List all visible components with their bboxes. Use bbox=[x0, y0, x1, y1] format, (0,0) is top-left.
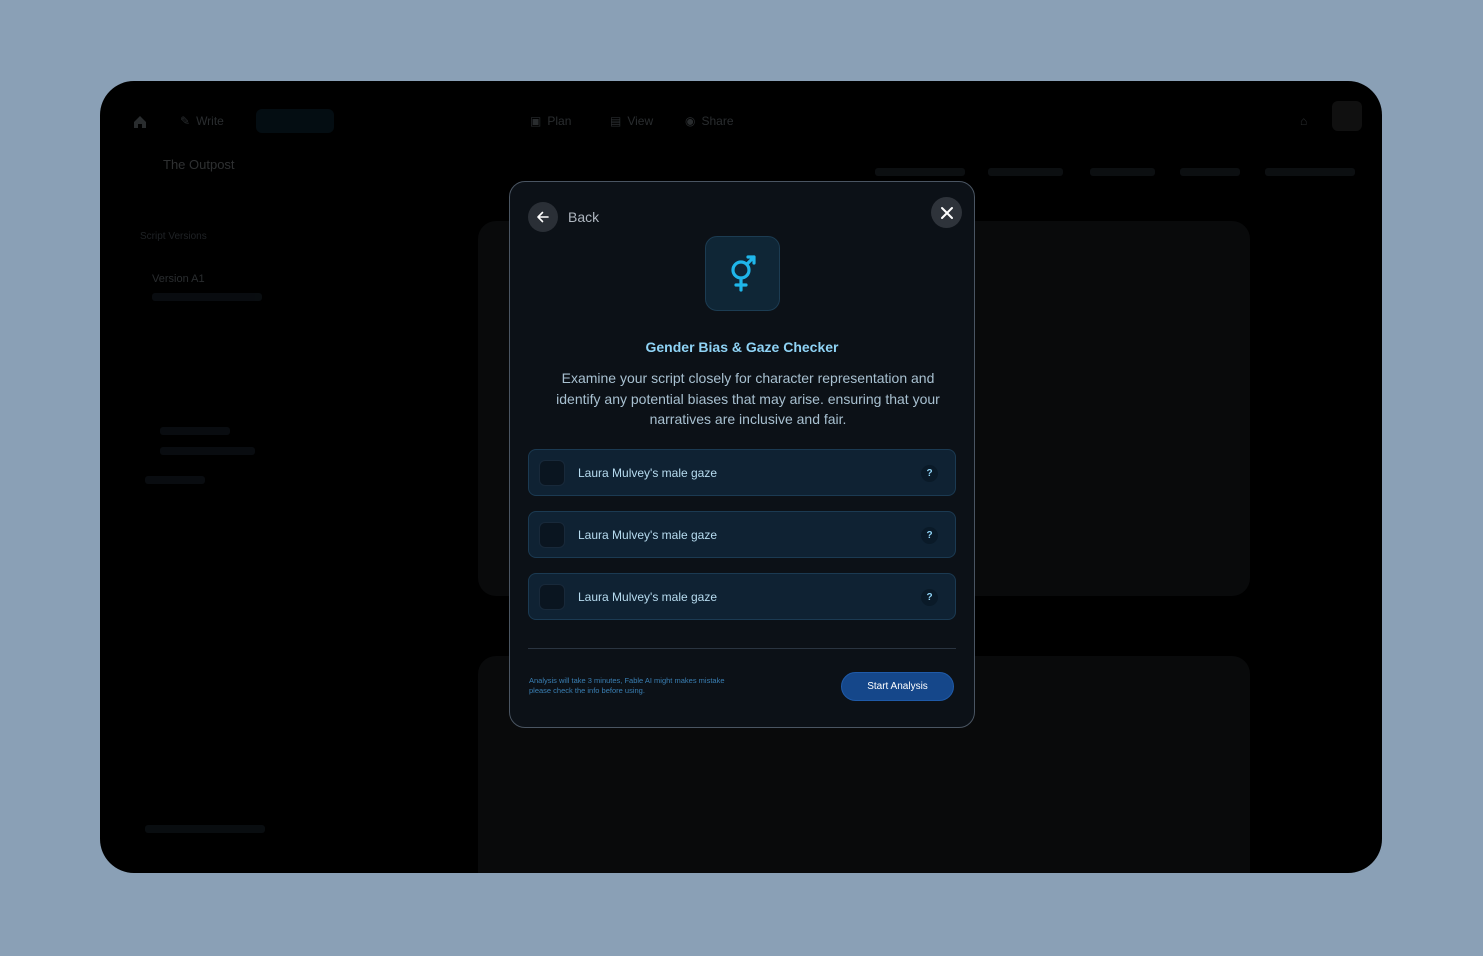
sidebar-placeholder bbox=[160, 447, 255, 455]
nav-share[interactable]: ◉ Share bbox=[685, 114, 734, 128]
plan-icon: ▣ bbox=[530, 114, 542, 128]
sidebar-placeholder bbox=[152, 293, 262, 301]
top-navigation: ✎ Write ▣ Plan ▤ View ◉ Share ⌂ bbox=[100, 81, 1382, 161]
divider bbox=[528, 648, 956, 649]
sidebar-placeholder bbox=[145, 476, 205, 484]
nav-plan[interactable]: ▣ Plan bbox=[530, 114, 571, 128]
back-button[interactable]: Back bbox=[528, 202, 599, 232]
arrow-left-icon bbox=[528, 202, 558, 232]
close-button[interactable] bbox=[931, 197, 962, 228]
gender-icon bbox=[705, 236, 780, 311]
toolbar-placeholder bbox=[1090, 168, 1155, 176]
option-checkbox[interactable] bbox=[539, 583, 565, 610]
gender-bias-modal: Back Gender Bias & Gaze Checker Examine … bbox=[509, 181, 975, 728]
option-male-gaze[interactable]: Laura Mulvey's male gaze ? bbox=[528, 573, 956, 620]
sidebar-placeholder bbox=[145, 825, 265, 833]
view-icon: ▤ bbox=[610, 114, 622, 128]
help-icon[interactable]: ? bbox=[921, 589, 938, 606]
notification-icon[interactable]: ⌂ bbox=[1300, 114, 1307, 128]
option-label: Laura Mulvey's male gaze bbox=[578, 527, 718, 542]
share-icon: ◉ bbox=[685, 114, 696, 128]
avatar[interactable] bbox=[1332, 101, 1362, 131]
option-checkbox[interactable] bbox=[539, 459, 565, 486]
option-checkbox[interactable] bbox=[539, 521, 565, 548]
option-label: Laura Mulvey's male gaze bbox=[578, 589, 718, 604]
start-analysis-button[interactable]: Start Analysis bbox=[841, 672, 954, 701]
analysis-footnote: Analysis will take 3 minutes, Fable AI m… bbox=[529, 676, 725, 695]
modal-description: Examine your script closely for characte… bbox=[556, 370, 940, 427]
toolbar-placeholder bbox=[1265, 168, 1355, 176]
nav-write[interactable]: ✎ Write bbox=[180, 114, 224, 128]
help-icon[interactable]: ? bbox=[921, 465, 938, 482]
toolbar-placeholder bbox=[1180, 168, 1240, 176]
pencil-icon: ✎ bbox=[180, 114, 191, 128]
sidebar-placeholder bbox=[160, 427, 230, 435]
option-male-gaze[interactable]: Laura Mulvey's male gaze ? bbox=[528, 449, 956, 496]
back-label: Back bbox=[568, 209, 600, 225]
help-icon[interactable]: ? bbox=[921, 527, 938, 544]
close-icon bbox=[940, 206, 953, 219]
sidebar-section-title: Script Versions bbox=[140, 231, 207, 242]
option-label: Laura Mulvey's male gaze bbox=[578, 465, 718, 480]
toolbar-placeholder bbox=[988, 168, 1063, 176]
home-icon[interactable] bbox=[132, 114, 148, 130]
sidebar-item-version[interactable]: Version A1 bbox=[152, 273, 205, 285]
project-title: The Outpost bbox=[163, 157, 235, 172]
toolbar-placeholder bbox=[875, 168, 965, 176]
nav-view[interactable]: ▤ View bbox=[610, 114, 653, 128]
option-male-gaze[interactable]: Laura Mulvey's male gaze ? bbox=[528, 511, 956, 558]
nav-chip-active[interactable] bbox=[256, 109, 334, 133]
app-window: ✎ Write ▣ Plan ▤ View ◉ Share ⌂ The Outp… bbox=[100, 81, 1382, 873]
modal-title: Gender Bias & Gaze Checker bbox=[645, 339, 839, 355]
